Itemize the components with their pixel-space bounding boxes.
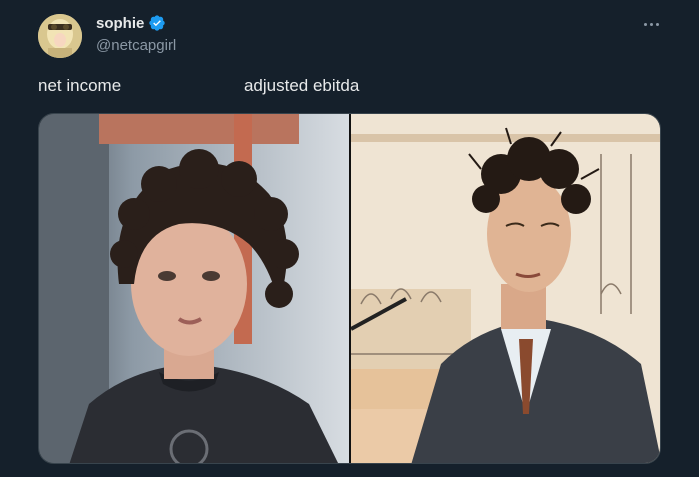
avatar[interactable]: [38, 14, 82, 58]
more-options-button[interactable]: [640, 14, 662, 34]
media-grid[interactable]: [38, 113, 661, 464]
tweet-text: net income adjusted ebitda: [38, 76, 360, 95]
ellipsis-icon: [643, 22, 647, 26]
display-name[interactable]: sophie: [96, 15, 144, 32]
verified-badge-icon: [148, 14, 166, 32]
left-photo[interactable]: [39, 114, 350, 463]
handle[interactable]: @netcapgirl: [96, 37, 176, 54]
right-sketch[interactable]: [351, 114, 660, 463]
tweet: sophie @netcapgirl net income adjusted e…: [0, 0, 699, 477]
